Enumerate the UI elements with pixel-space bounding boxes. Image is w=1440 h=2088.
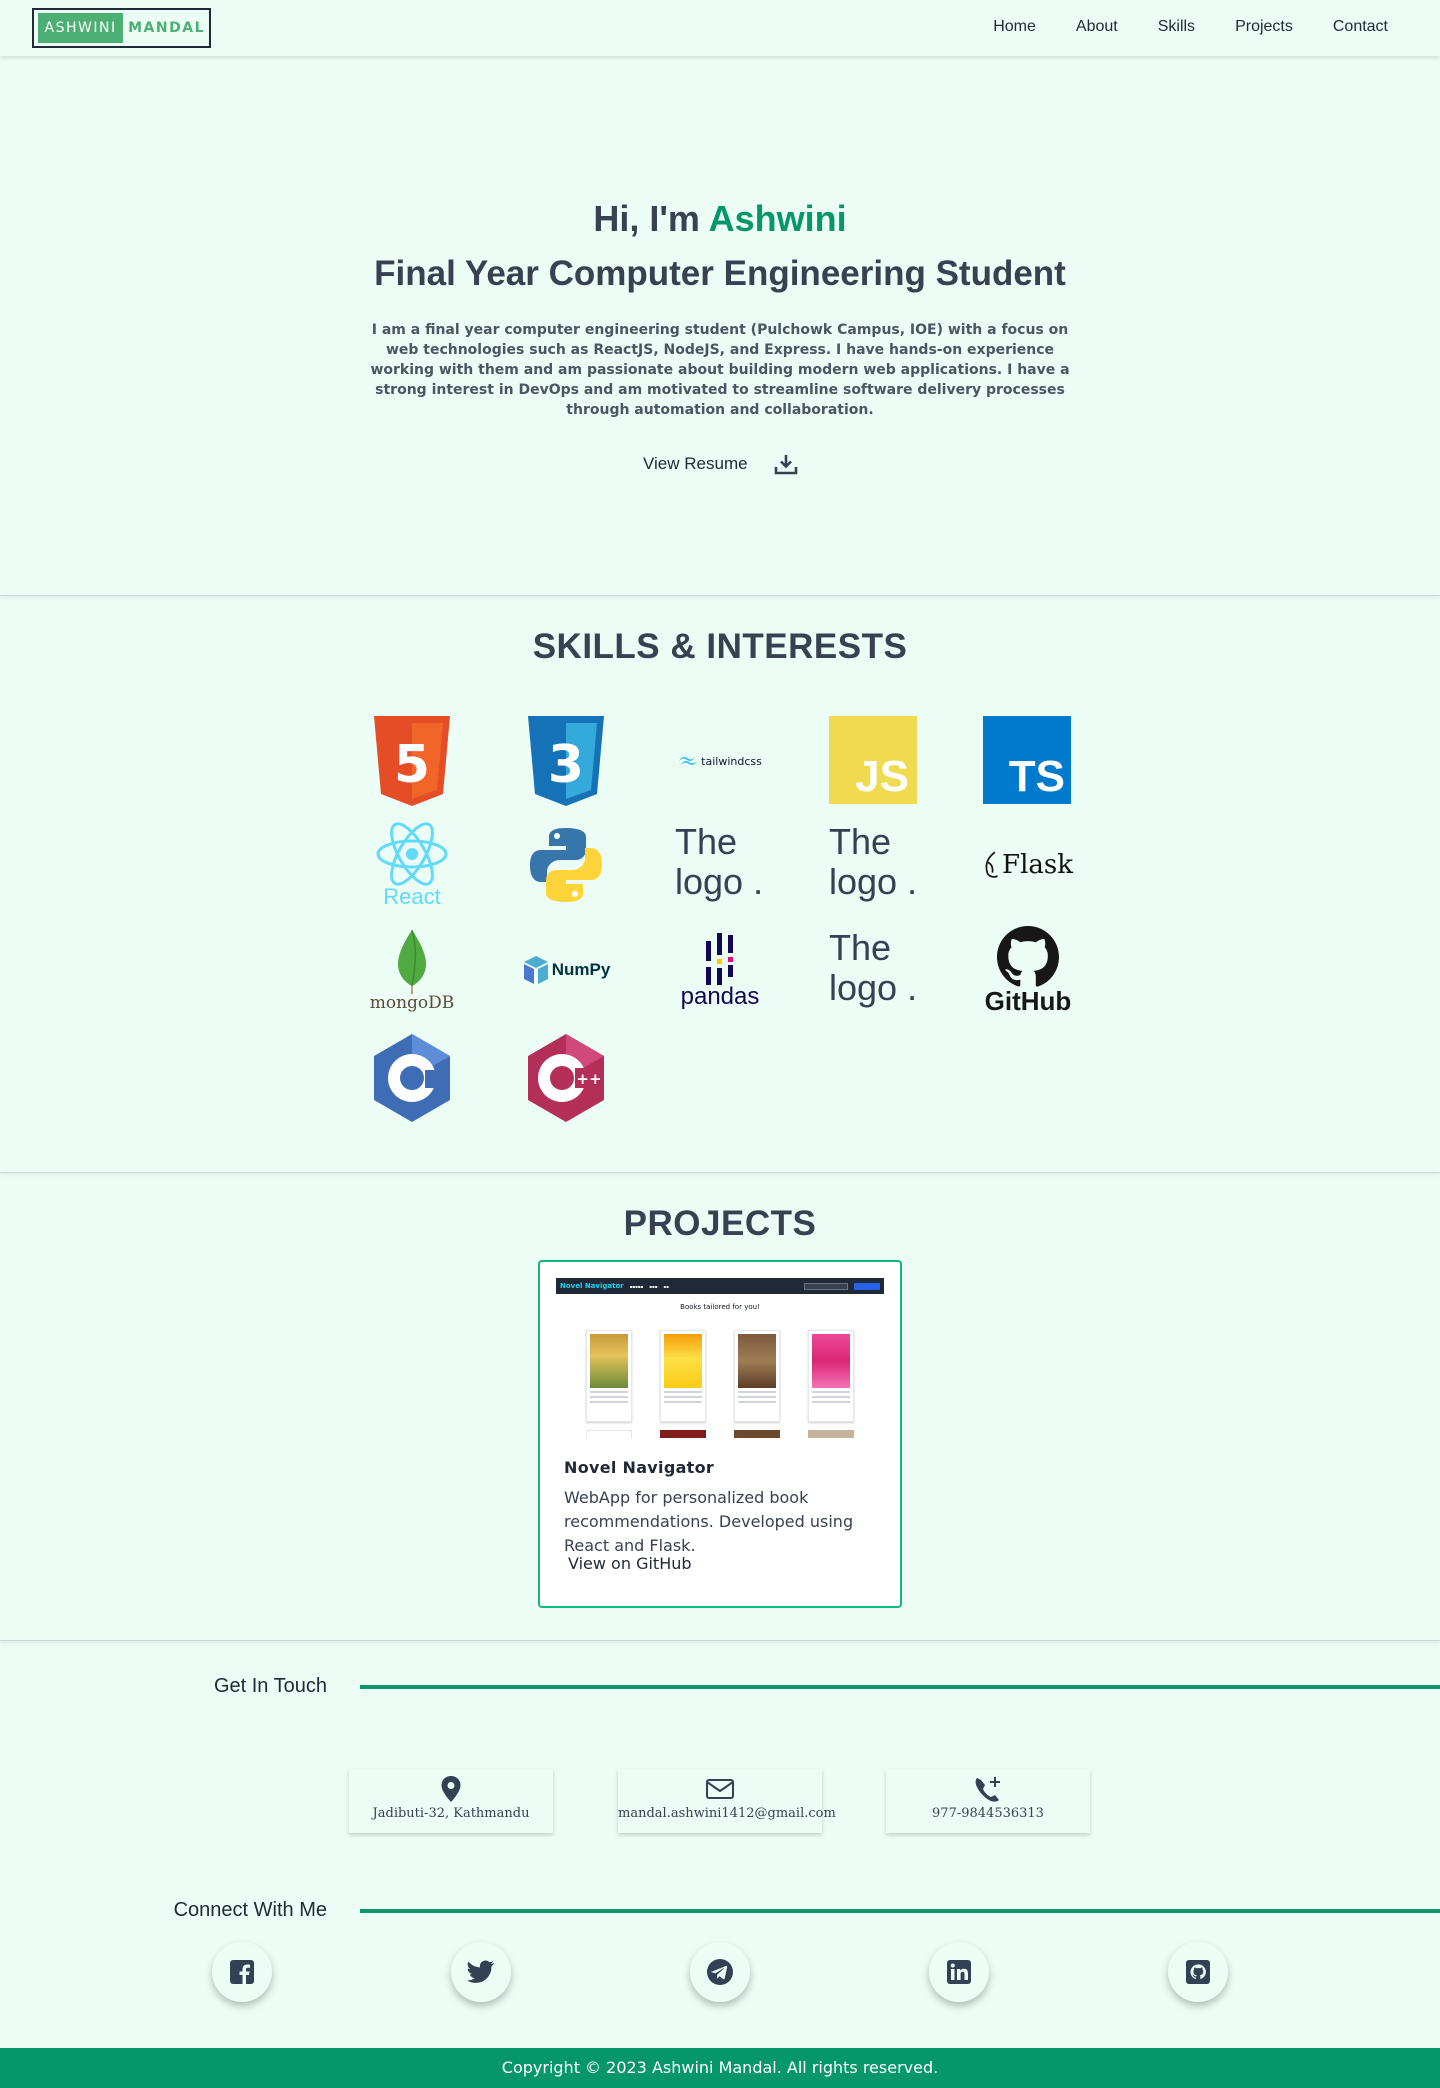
projects-section: PROJECTS Novel Navigator ▪▪▪▪▪ ▪▪▪ ▪▪ Book…: [0, 1174, 1440, 1641]
location-pin-icon: [441, 1776, 461, 1802]
download-icon: [774, 455, 797, 475]
contact-email: mandal.ashwini1412@gmail.com: [618, 1806, 836, 1821]
project-description: WebApp for personalized book recommendat…: [564, 1488, 854, 1555]
get-in-touch-header: Get In Touch: [0, 1671, 1440, 1701]
screenshot-brand: Novel Navigator: [560, 1282, 624, 1290]
phone-plus-icon: [975, 1777, 1000, 1802]
screenshot-tagline: Books tailored for you!: [680, 1303, 760, 1311]
broken-logo-image-1: The logo .: [675, 822, 764, 902]
numpy-logo: NumPy: [521, 925, 611, 1015]
nav-contact[interactable]: Contact: [1333, 18, 1388, 36]
linkedin-link[interactable]: [929, 1942, 989, 2002]
mongodb-logo: mongoDB: [367, 925, 457, 1015]
view-resume-button[interactable]: View Resume: [643, 452, 798, 476]
get-in-touch-label: Get In Touch: [213, 1675, 327, 1697]
greeting-name: Ashwini: [708, 198, 847, 239]
contact-email-card[interactable]: mandal.ashwini1412@gmail.com: [618, 1769, 836, 1833]
tailwindcss-logo: tailwindcss: [675, 716, 765, 806]
svg-text:++: ++: [576, 1070, 601, 1088]
hero-role: Final Year Computer Engineering Student: [374, 254, 1066, 293]
telegram-link[interactable]: [690, 1942, 750, 2002]
facebook-icon: [230, 1960, 254, 1984]
logo-part-second: MANDAL: [128, 20, 205, 36]
logo-part-first: ASHWINI: [38, 13, 124, 43]
contact-phone: 977-9844536313: [932, 1806, 1044, 1821]
nav-about[interactable]: About: [1076, 18, 1118, 36]
react-logo: React: [367, 820, 457, 910]
connect-header: Connect With Me: [0, 1895, 1440, 1925]
cpp-language-logo: ++: [521, 1033, 611, 1123]
flask-logo: Flask: [983, 820, 1073, 910]
nav-projects[interactable]: Projects: [1235, 18, 1293, 36]
book-grid: [586, 1330, 854, 1422]
projects-title: PROJECTS: [623, 1204, 817, 1243]
site-footer: Copyright © 2023 Ashwini Mandal. All rig…: [0, 2048, 1440, 2088]
broken-logo-image-2: The logo .: [829, 822, 918, 902]
python-logo: [521, 820, 611, 910]
get-in-touch-divider: [360, 1685, 1440, 1689]
javascript-logo: JS: [829, 716, 917, 804]
twitter-icon: [467, 1960, 494, 1983]
css3-logo: 3: [521, 716, 611, 806]
contact-phone-card[interactable]: 977-9844536313: [886, 1769, 1090, 1833]
github-icon: [1186, 1960, 1210, 1984]
contact-address-card: Jadibuti-32, Kathmandu: [349, 1769, 553, 1833]
nav-home[interactable]: Home: [993, 18, 1036, 36]
hero-greeting: Hi, I'm Ashwini: [0, 198, 1440, 240]
nav-skills[interactable]: Skills: [1158, 18, 1195, 36]
project-card: Novel Navigator ▪▪▪▪▪ ▪▪▪ ▪▪ Books tailore…: [538, 1260, 902, 1608]
skills-section: SKILLS & INTERESTS 5 3 tailwindcss JS TS: [0, 597, 1440, 1173]
project-screenshot: Novel Navigator ▪▪▪▪▪ ▪▪▪ ▪▪ Books tailore…: [556, 1278, 884, 1438]
linkedin-icon: [947, 1960, 971, 1984]
telegram-icon: [707, 1959, 733, 1985]
nav-menu: Home About Skills Projects Contact: [993, 18, 1388, 36]
pandas-logo: pandas: [675, 925, 765, 1015]
hero-section: Hi, I'm Ashwini Final Year Computer Engi…: [0, 56, 1440, 596]
twitter-link[interactable]: [451, 1942, 511, 2002]
site-logo[interactable]: ASHWINI MANDAL: [32, 8, 211, 48]
navbar: ASHWINI MANDAL Home About Skills Project…: [0, 0, 1440, 56]
hero-bio: I am a final year computer engineering s…: [370, 322, 1070, 418]
copyright-text: Copyright © 2023 Ashwini Mandal. All rig…: [501, 2058, 939, 2077]
svg-text:5: 5: [394, 735, 430, 795]
view-on-github-link[interactable]: View on GitHub: [568, 1554, 692, 1573]
github-link[interactable]: [1168, 1942, 1228, 2002]
project-title: Novel Navigator: [564, 1458, 715, 1477]
skills-title: SKILLS & INTERESTS: [532, 627, 908, 666]
svg-text:3: 3: [548, 735, 584, 795]
resume-label: View Resume: [643, 454, 748, 473]
github-skill-logo: GitHub: [983, 925, 1073, 1015]
facebook-link[interactable]: [212, 1942, 272, 2002]
greeting-prefix: Hi, I'm: [593, 198, 700, 239]
connect-label: Connect With Me: [173, 1899, 327, 1921]
connect-divider: [360, 1909, 1440, 1913]
contact-address: Jadibuti-32, Kathmandu: [372, 1806, 530, 1821]
tailwind-label: tailwindcss: [701, 754, 762, 768]
html5-logo: 5: [367, 716, 457, 806]
c-language-logo: [367, 1033, 457, 1123]
mail-icon: [706, 1779, 734, 1799]
typescript-logo: TS: [983, 716, 1071, 804]
broken-logo-image-3: The logo .: [829, 928, 918, 1008]
